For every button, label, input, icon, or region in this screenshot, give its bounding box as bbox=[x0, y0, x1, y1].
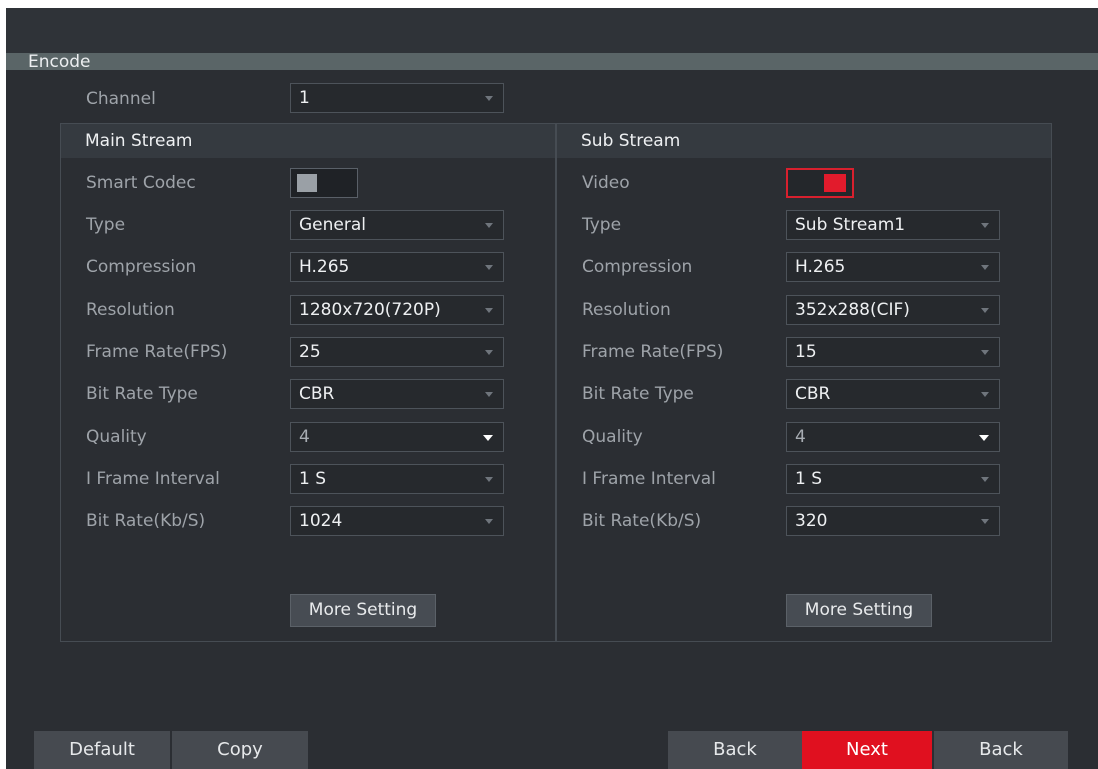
video-label: Video bbox=[582, 173, 630, 193]
main-compression-value: H.265 bbox=[299, 257, 350, 277]
sub-bitratetype-select[interactable]: CBR bbox=[786, 379, 1000, 409]
chevron-down-icon bbox=[485, 350, 493, 355]
main-type-select[interactable]: General bbox=[290, 210, 504, 240]
main-iframe-select[interactable]: 1 S bbox=[290, 464, 504, 494]
main-more-setting-button[interactable]: More Setting bbox=[290, 594, 436, 627]
chevron-down-icon bbox=[981, 477, 989, 482]
main-quality-select[interactable]: 4 bbox=[290, 422, 504, 452]
chevron-down-icon bbox=[981, 519, 989, 524]
smart-codec-label: Smart Codec bbox=[86, 173, 196, 193]
sub-quality-value: 4 bbox=[795, 427, 806, 447]
video-toggle[interactable] bbox=[786, 168, 854, 198]
main-quality-value: 4 bbox=[299, 427, 310, 447]
main-stream-title: Main Stream bbox=[85, 131, 193, 151]
channel-select[interactable]: 1 bbox=[290, 83, 504, 113]
main-bitrate-value: 1024 bbox=[299, 511, 343, 531]
sub-resolution-select[interactable]: 352x288(CIF) bbox=[786, 295, 1000, 325]
chevron-down-icon bbox=[485, 96, 493, 101]
sub-quality-label: Quality bbox=[582, 427, 643, 447]
sub-resolution-value: 352x288(CIF) bbox=[795, 300, 910, 320]
chevron-down-icon bbox=[485, 223, 493, 228]
sub-bitrate-value: 320 bbox=[795, 511, 828, 531]
main-compression-select[interactable]: H.265 bbox=[290, 252, 504, 282]
main-framerate-value: 25 bbox=[299, 342, 321, 362]
sub-bitratetype-label: Bit Rate Type bbox=[582, 384, 694, 404]
encode-screen: Encode Channel 1 Main Stream Sub Stream … bbox=[6, 8, 1098, 769]
chevron-down-icon bbox=[485, 477, 493, 482]
main-type-label: Type bbox=[86, 215, 126, 235]
copy-button[interactable]: Copy bbox=[172, 731, 308, 769]
section-title: Encode bbox=[28, 52, 91, 72]
channel-label: Channel bbox=[86, 89, 156, 109]
sub-type-value: Sub Stream1 bbox=[795, 215, 906, 235]
sub-compression-label: Compression bbox=[582, 257, 693, 277]
chevron-down-icon bbox=[483, 435, 493, 441]
sub-bitrate-label: Bit Rate(Kb/S) bbox=[582, 511, 702, 531]
chevron-down-icon bbox=[979, 435, 989, 441]
main-resolution-select[interactable]: 1280x720(720P) bbox=[290, 295, 504, 325]
sub-framerate-select[interactable]: 15 bbox=[786, 337, 1000, 367]
sub-iframe-value: 1 S bbox=[795, 469, 823, 489]
sub-bitratetype-value: CBR bbox=[795, 384, 831, 404]
main-bitrate-select[interactable]: 1024 bbox=[290, 506, 504, 536]
toggle-knob bbox=[297, 174, 317, 192]
main-iframe-label: I Frame Interval bbox=[86, 469, 220, 489]
sub-bitrate-select[interactable]: 320 bbox=[786, 506, 1000, 536]
toggle-knob bbox=[824, 174, 846, 192]
channel-value: 1 bbox=[299, 88, 310, 108]
sub-stream-title: Sub Stream bbox=[581, 131, 681, 151]
sub-more-setting-button[interactable]: More Setting bbox=[786, 594, 932, 627]
default-button[interactable]: Default bbox=[34, 731, 170, 769]
chevron-down-icon bbox=[485, 519, 493, 524]
main-bitrate-label: Bit Rate(Kb/S) bbox=[86, 511, 206, 531]
sub-compression-select[interactable]: H.265 bbox=[786, 252, 1000, 282]
sub-iframe-select[interactable]: 1 S bbox=[786, 464, 1000, 494]
main-type-value: General bbox=[299, 215, 366, 235]
main-resolution-label: Resolution bbox=[86, 300, 175, 320]
next-button[interactable]: Next bbox=[802, 731, 932, 769]
section-header bbox=[6, 53, 1098, 70]
sub-framerate-value: 15 bbox=[795, 342, 817, 362]
sub-compression-value: H.265 bbox=[795, 257, 846, 277]
chevron-down-icon bbox=[981, 392, 989, 397]
sub-framerate-label: Frame Rate(FPS) bbox=[582, 342, 724, 362]
chevron-down-icon bbox=[485, 308, 493, 313]
chevron-down-icon bbox=[981, 223, 989, 228]
sub-iframe-label: I Frame Interval bbox=[582, 469, 716, 489]
main-bitratetype-value: CBR bbox=[299, 384, 335, 404]
back-button[interactable]: Back bbox=[668, 731, 802, 769]
main-framerate-label: Frame Rate(FPS) bbox=[86, 342, 228, 362]
sub-type-label: Type bbox=[582, 215, 622, 235]
sub-type-select[interactable]: Sub Stream1 bbox=[786, 210, 1000, 240]
chevron-down-icon bbox=[981, 308, 989, 313]
main-compression-label: Compression bbox=[86, 257, 197, 277]
sub-quality-select[interactable]: 4 bbox=[786, 422, 1000, 452]
main-iframe-value: 1 S bbox=[299, 469, 327, 489]
sub-resolution-label: Resolution bbox=[582, 300, 671, 320]
chevron-down-icon bbox=[485, 265, 493, 270]
chevron-down-icon bbox=[981, 350, 989, 355]
main-bitratetype-label: Bit Rate Type bbox=[86, 384, 198, 404]
back-button-secondary[interactable]: Back bbox=[934, 731, 1068, 769]
top-bar bbox=[6, 8, 1098, 53]
smart-codec-toggle[interactable] bbox=[290, 168, 358, 198]
chevron-down-icon bbox=[485, 392, 493, 397]
main-quality-label: Quality bbox=[86, 427, 147, 447]
main-resolution-value: 1280x720(720P) bbox=[299, 300, 441, 320]
main-framerate-select[interactable]: 25 bbox=[290, 337, 504, 367]
chevron-down-icon bbox=[981, 265, 989, 270]
main-bitratetype-select[interactable]: CBR bbox=[290, 379, 504, 409]
